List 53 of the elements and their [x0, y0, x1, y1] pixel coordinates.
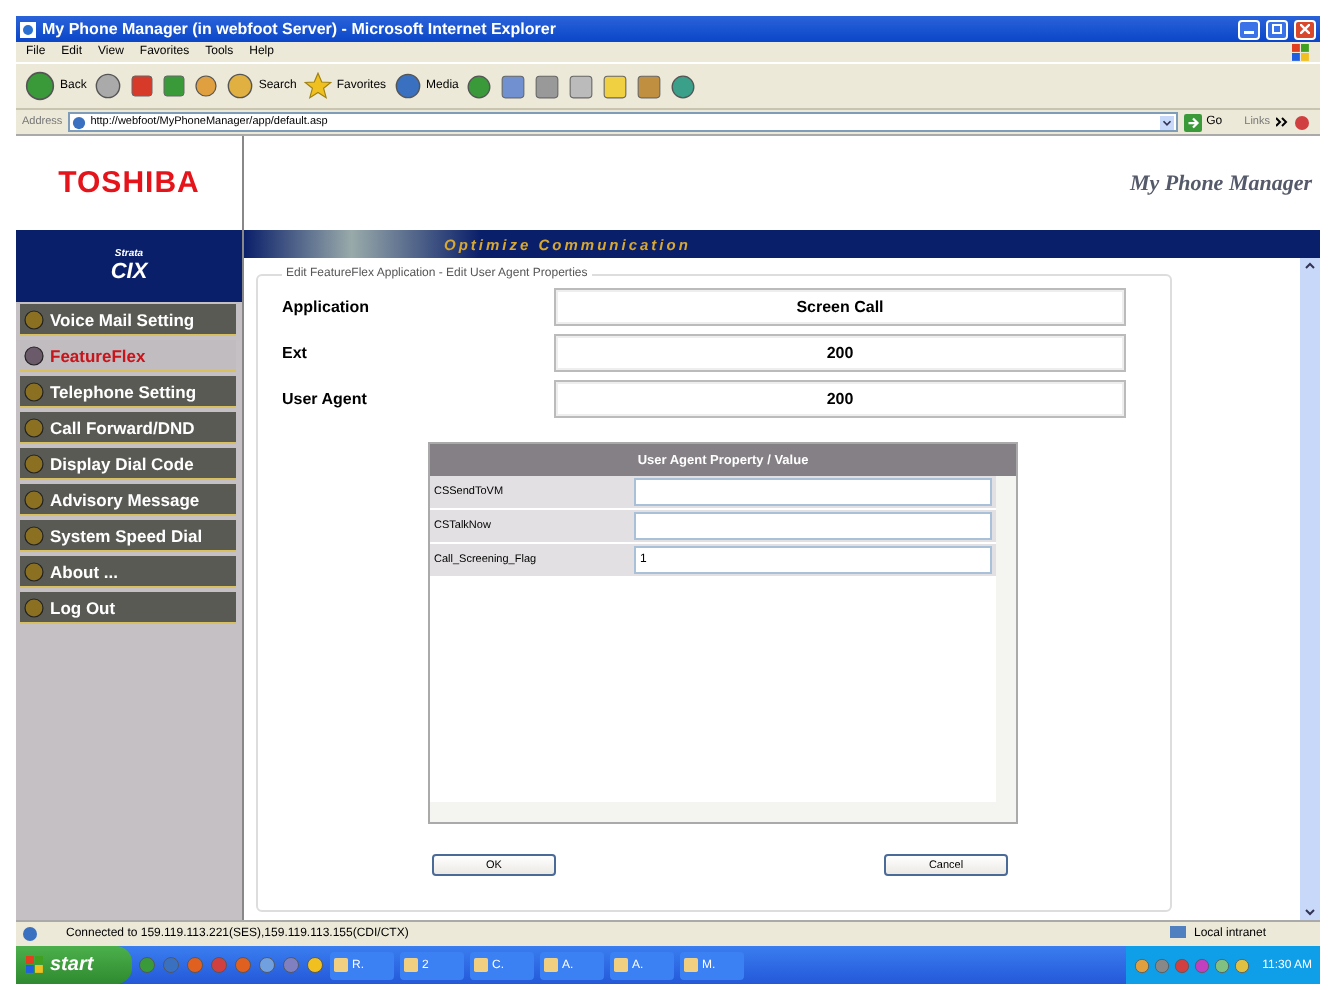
minimize-button[interactable] — [1238, 19, 1260, 39]
globe-icon — [72, 115, 87, 129]
field-label: Application — [282, 298, 372, 316]
field-value: 200 — [554, 380, 1126, 418]
value-input[interactable] — [634, 512, 992, 540]
nav-item[interactable]: Display Dial Code — [20, 448, 236, 480]
globe-icon[interactable] — [394, 72, 423, 100]
window-title: My Phone Manager (in webfoot Server) - Microsoft Internet Explorer — [42, 20, 558, 38]
field-label: Ext — [282, 344, 309, 362]
close-icon — [1300, 24, 1310, 34]
bullet-icon — [24, 309, 44, 329]
app-icon — [614, 958, 628, 972]
field-label: User Agent — [282, 390, 369, 408]
scrollbar[interactable] — [430, 802, 1016, 822]
bullet-icon — [24, 597, 44, 617]
nav-item[interactable]: Telephone Setting — [20, 376, 236, 408]
nav-item[interactable]: About ... — [20, 556, 236, 588]
scrollbar[interactable] — [1300, 258, 1320, 920]
bullet-icon — [24, 489, 44, 509]
field-value: Screen Call — [554, 288, 1126, 326]
app-title: My Phone Manager — [1129, 171, 1312, 195]
nav-item[interactable]: Advisory Message — [20, 484, 236, 516]
scroll-down-icon[interactable] — [1302, 904, 1318, 920]
bullet-icon — [24, 417, 44, 437]
maximize-icon — [1272, 24, 1282, 34]
brand-logo: TOSHIBA — [16, 136, 242, 230]
value-input[interactable] — [634, 478, 992, 506]
app-icon — [544, 958, 558, 972]
scrollbar[interactable] — [996, 476, 1016, 802]
dropdown-icon[interactable] — [1160, 115, 1175, 129]
close-button[interactable] — [1294, 19, 1316, 39]
bullet-icon — [24, 345, 44, 365]
browser-icon — [20, 21, 36, 37]
nav-item[interactable]: Call Forward/DND — [20, 412, 236, 444]
toolbar-icon[interactable] — [1294, 113, 1314, 131]
chevron-icon[interactable] — [1276, 116, 1288, 128]
maximize-button[interactable] — [1266, 19, 1288, 39]
windows-logo-icon — [1292, 43, 1310, 61]
field-value: 200 — [554, 334, 1126, 372]
app-icon — [334, 958, 348, 972]
star-icon[interactable] — [304, 72, 333, 100]
app-icon — [474, 958, 488, 972]
app-icon — [684, 958, 698, 972]
nav-item[interactable]: System Speed Dial — [20, 520, 236, 552]
bullet-icon — [24, 525, 44, 545]
bullet-icon — [24, 453, 44, 473]
nav-item[interactable]: Log Out — [20, 592, 236, 624]
bullet-icon — [24, 561, 44, 581]
scroll-up-icon[interactable] — [1302, 258, 1318, 274]
app-icon — [404, 958, 418, 972]
windows-logo-icon — [26, 956, 44, 974]
bullet-icon — [24, 381, 44, 401]
nav-item[interactable]: Voice Mail Setting — [20, 304, 236, 336]
